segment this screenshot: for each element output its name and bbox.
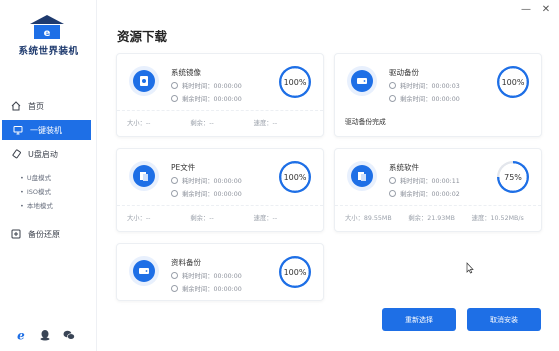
sidebar-item-label: 一键装机 [30,125,62,135]
download-card-data-backup: 资料备份 耗时时间：00:00:00 剩余时间：00:00:00 100% [116,243,324,301]
progress-ring: 100% [497,66,529,98]
sidebar-item-usb-boot[interactable]: U盘启动 [0,144,92,164]
sidebar-item-backup-restore[interactable]: 备份还原 [0,224,92,244]
remaining-time-text: 剩余时间：00:00:00 [182,191,242,198]
elapsed-time-text: 耗时时间：00:00:00 [182,273,242,280]
card-stats: 大小：89.55MB 剩余：21.93MB 速度：10.52MB/s [345,213,535,222]
elapsed-time: 耗时时间：00:00:11 [389,176,460,185]
card-name: PE文件 [171,163,196,172]
elapsed-time-text: 耗时时间：00:00:03 [400,83,460,90]
elapsed-time: 耗时时间：00:00:00 [171,176,242,185]
remaining-time-text: 剩余时间：00:00:00 [182,96,242,103]
sidebar-item-label: 首页 [28,101,44,111]
clock-icon [389,190,396,197]
size-stat: 大小：-- [127,215,151,222]
card-name: 驱动备份 [389,68,419,77]
sidebar-subitem-iso-mode[interactable]: ISO模式 [20,186,51,196]
remaining-time: 剩余时间：00:00:00 [171,284,242,293]
speed-stat: 速度：-- [253,120,278,127]
download-card-system-image: 系统镜像 耗时时间：00:00:00 剩余时间：00:00:00 100% 大小… [116,53,324,137]
sidebar-item-label: U盘启动 [28,149,58,159]
download-card-driver-backup: 驱动备份 耗时时间：00:00:03 剩余时间：00:00:00 100% 驱动… [334,53,542,137]
mouse-cursor-icon [466,262,474,274]
remaining-time-text: 剩余时间：00:00:00 [182,286,242,293]
clock-icon [171,82,178,89]
elapsed-time: 耗时时间：00:00:00 [171,81,242,90]
page-title: 资源下载 [117,29,168,44]
elapsed-time: 耗时时间：00:00:00 [171,271,242,280]
home-icon [10,100,22,112]
bottom-icons: e [14,328,76,342]
card-stats: 大小：-- 剩余：-- 速度：-- [127,213,317,222]
remaining-time-text: 剩余时间：00:00:02 [400,191,460,198]
ie-icon[interactable]: e [14,328,28,342]
sidebar-subitem-local-mode[interactable]: 本地模式 [20,200,53,210]
sidebar: e 系统世界装机 首页 一键装机 U盘启动 U盘模式 ISO模式 本地模式 备份… [0,0,97,351]
card-name: 系统镜像 [171,68,201,77]
software-icon [347,161,377,191]
close-button[interactable]: ✕ [540,3,552,15]
divider [117,110,323,111]
monitor-icon [12,124,24,136]
remaining-time: 剩余时间：00:00:00 [171,189,242,198]
brand-name: 系统世界装机 [18,46,79,57]
logo-icon: e [30,15,64,39]
sidebar-item-label: 备份还原 [28,229,60,239]
download-card-pe-file: PE文件 耗时时间：00:00:00 剩余时间：00:00:00 100% 大小… [116,148,324,232]
divider [117,205,323,206]
disc-icon [129,66,159,96]
size-stat: 大小：89.55MB [345,215,392,222]
remaining-time-text: 剩余时间：00:00:00 [400,96,460,103]
card-name: 系统软件 [389,163,419,172]
minimize-button[interactable]: — [520,3,532,15]
divider [335,205,541,206]
clock-icon [389,82,396,89]
clock-icon [171,272,178,279]
elapsed-time-text: 耗时时间：00:00:11 [400,178,460,185]
download-card-system-software: 系统软件 耗时时间：00:00:11 剩余时间：00:00:02 75% 大小：… [334,148,542,232]
sidebar-subitem-usb-mode[interactable]: U盘模式 [20,172,51,182]
usb-icon [10,148,22,160]
file-icon [129,161,159,191]
status-text: 驱动备份完成 [345,118,386,126]
clock-icon [171,190,178,197]
remaining-time: 剩余时间：00:00:00 [171,94,242,103]
sidebar-item-one-click-install[interactable]: 一键装机 [2,120,91,140]
svg-text:e: e [17,329,25,341]
remaining-time: 剩余时间：00:00:00 [389,94,460,103]
progress-ring: 100% [279,161,311,193]
left-stat: 剩余：-- [190,215,214,222]
clock-icon [171,95,178,102]
card-stats: 大小：-- 剩余：-- 速度：-- [127,118,317,127]
clock-icon [171,285,178,292]
clock-icon [389,177,396,184]
size-stat: 大小：-- [127,120,151,127]
left-stat: 剩余：21.93MB [408,215,455,222]
reselect-button[interactable]: 重新选择 [382,308,456,331]
elapsed-time: 耗时时间：00:00:03 [389,81,460,90]
progress-ring: 100% [279,256,311,288]
elapsed-time-text: 耗时时间：00:00:00 [182,83,242,90]
clock-icon [171,177,178,184]
cancel-install-button[interactable]: 取消安装 [467,308,541,331]
brand-logo: e 系统世界装机 [0,10,97,62]
drive-icon [129,256,159,286]
backup-icon [10,228,22,240]
remaining-time: 剩余时间：00:00:02 [389,189,460,198]
card-name: 资料备份 [171,258,201,267]
speed-stat: 速度：-- [253,215,278,222]
qq-icon[interactable] [38,328,52,342]
svg-text:e: e [44,28,51,39]
wechat-icon[interactable] [62,328,76,342]
sidebar-item-home[interactable]: 首页 [0,96,92,116]
elapsed-time-text: 耗时时间：00:00:00 [182,178,242,185]
drive-icon [347,66,377,96]
speed-stat: 速度：10.52MB/s [471,215,524,222]
progress-ring: 75% [497,161,529,193]
progress-ring: 100% [279,66,311,98]
left-stat: 剩余：-- [190,120,214,127]
clock-icon [389,95,396,102]
